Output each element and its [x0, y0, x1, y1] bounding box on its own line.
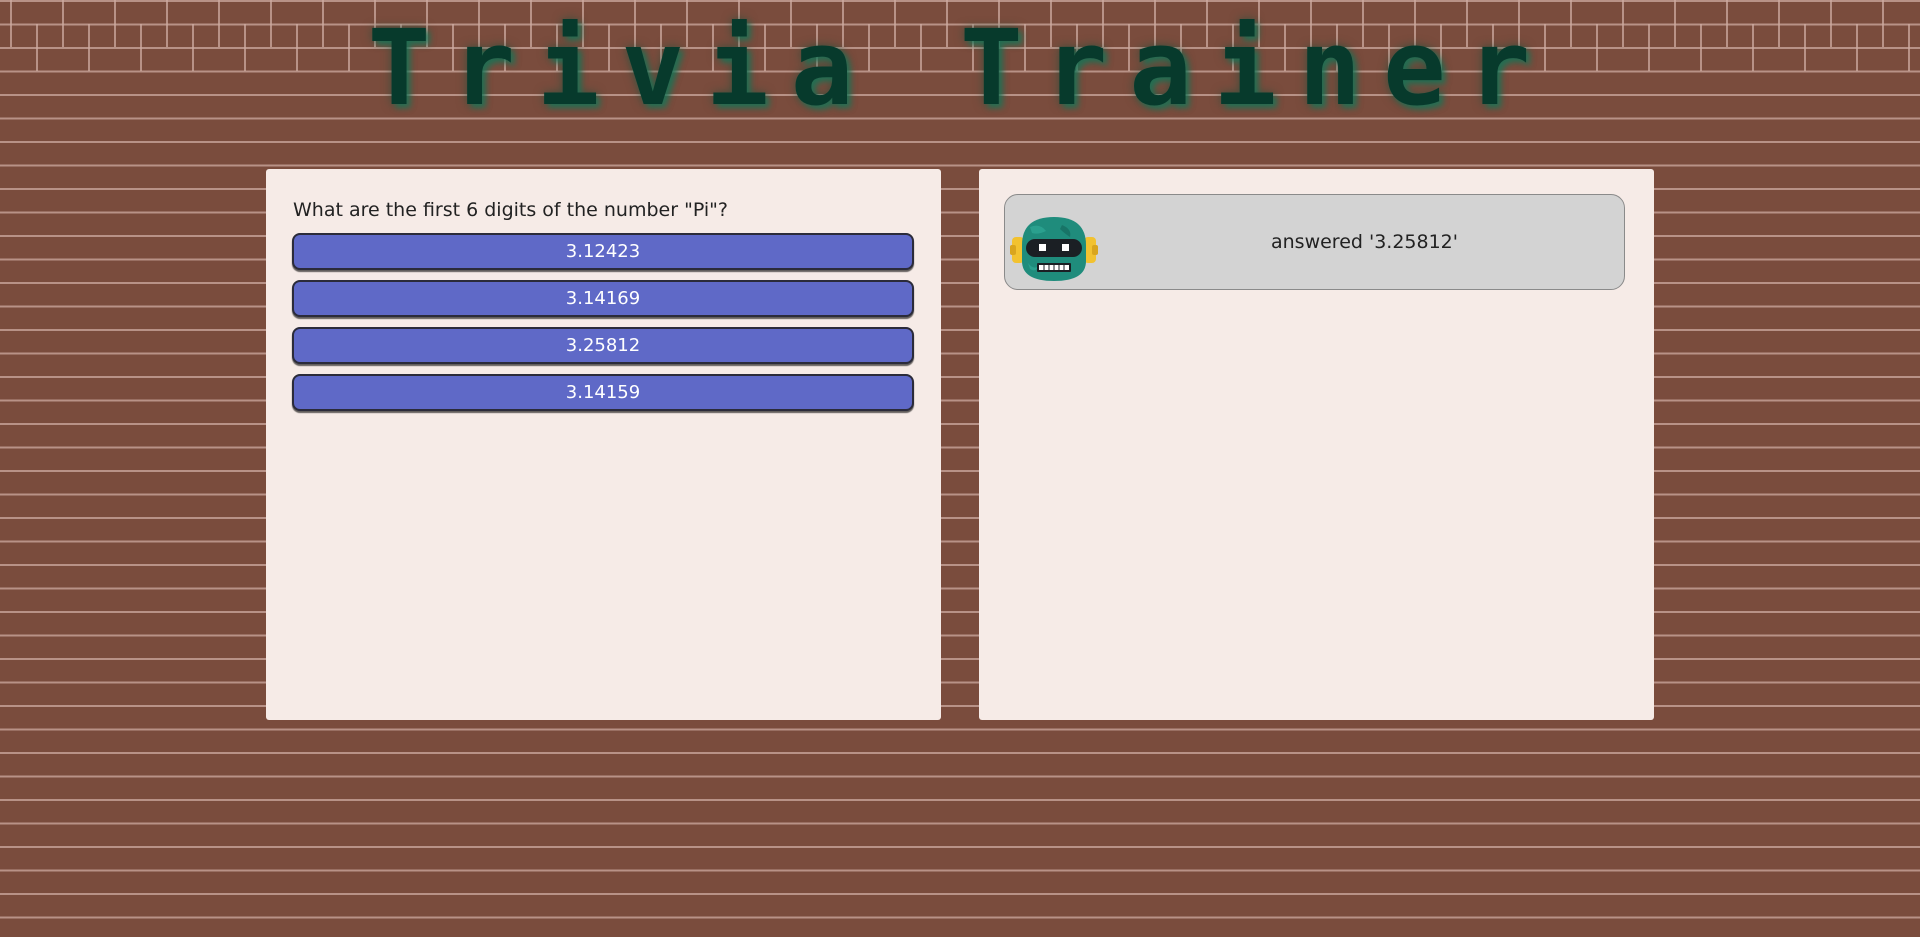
robot-icon	[1010, 217, 1098, 281]
log-entry: answered '3.25812'	[1004, 194, 1625, 290]
answer-button-3[interactable]: 3.25812	[292, 327, 914, 364]
answer-button-1[interactable]: 3.12423	[292, 233, 914, 270]
answers-log-panel: answered '3.25812'	[979, 169, 1654, 720]
question-text: What are the first 6 digits of the numbe…	[293, 199, 728, 221]
question-panel: What are the first 6 digits of the numbe…	[266, 169, 941, 720]
answer-button-2[interactable]: 3.14169	[292, 280, 914, 317]
log-entry-text: answered '3.25812'	[1270, 231, 1458, 253]
page-title: Trivia Trainer	[367, 7, 1553, 129]
answer-button-4[interactable]: 3.14159	[292, 374, 914, 411]
